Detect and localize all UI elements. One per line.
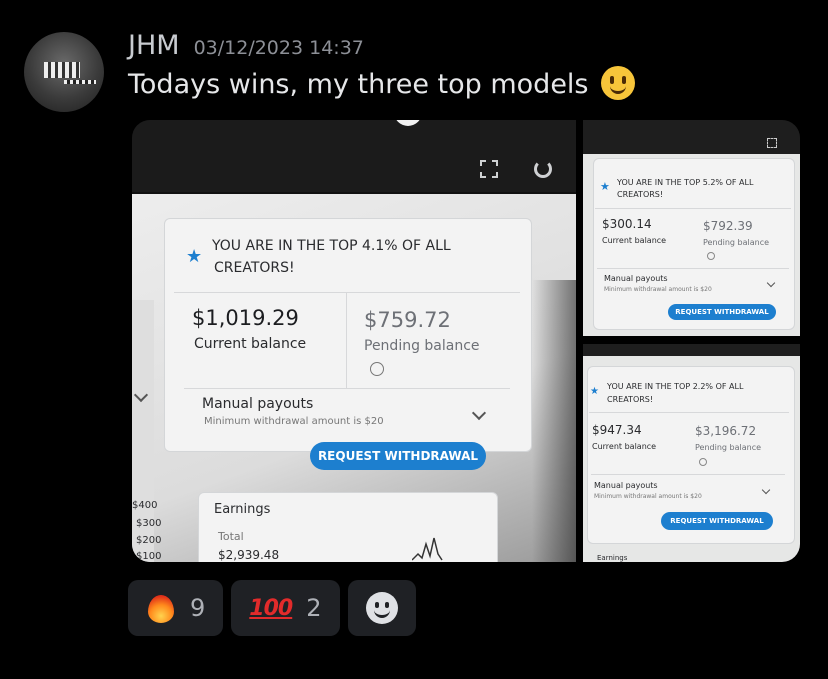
earnings-title: Earnings (214, 502, 271, 517)
fire-icon (146, 591, 176, 625)
refresh-icon (534, 160, 552, 178)
add-reaction-button[interactable] (347, 580, 416, 636)
divider-2 (591, 474, 785, 475)
divider-2 (597, 268, 789, 269)
axis-label-400: $400 (132, 500, 158, 511)
star-icon: ★ (590, 386, 599, 397)
slightly-smiling-face-icon (601, 66, 636, 100)
pending-balance-value: $3,196.72 (695, 424, 757, 438)
top-creator-banner-2: CREATORS! (607, 395, 654, 404)
top-creator-banner-2: CREATORS! (214, 260, 295, 276)
reaction-hundred[interactable]: 100 2 (231, 580, 340, 636)
axis-label-200: $200 (136, 535, 162, 546)
photo-shadow (532, 280, 576, 562)
hundred-points-icon: 100 (249, 595, 293, 621)
manual-payouts-title[interactable]: Manual payouts (594, 481, 658, 490)
pending-balance-value: $759.72 (364, 308, 451, 332)
message-text: Todays wins, my three top models (128, 66, 636, 100)
top-creator-banner: YOU ARE IN THE TOP 4.1% OF ALL (212, 238, 451, 254)
manual-payouts-subtitle: Minimum withdrawal amount is $20 (204, 416, 384, 427)
fullscreen-icon (480, 160, 498, 178)
divider-2 (184, 388, 510, 389)
request-withdrawal-button[interactable]: REQUEST WITHDRAWAL (310, 442, 486, 470)
avatar[interactable] (24, 32, 104, 112)
current-balance-value: $300.14 (602, 217, 652, 231)
phone-status-bar (583, 120, 800, 154)
star-icon: ★ (186, 246, 203, 267)
message-text-content: Todays wins, my three top models (128, 69, 589, 100)
current-balance-value: $1,019.29 (192, 306, 299, 330)
axis-label-300: $300 (136, 518, 162, 529)
avatar-pixel-art (44, 62, 80, 78)
divider-vertical (346, 292, 347, 388)
image-attachment-3[interactable]: ★ YOU ARE IN THE TOP 2.2% OF ALL CREATOR… (583, 344, 800, 562)
image-attachment-1[interactable]: $400 $300 $200 $100 ★ YOU ARE IN THE TOP… (132, 120, 576, 562)
reaction-count: 2 (306, 594, 322, 622)
star-icon: ★ (600, 180, 610, 193)
reactions-bar: 9 100 2 (128, 580, 416, 636)
author-name[interactable]: JHM (128, 30, 180, 61)
earnings-title: Earnings (597, 554, 628, 562)
add-reaction-smiley-icon (365, 592, 398, 624)
manual-payouts-subtitle: Minimum withdrawal amount is $20 (604, 286, 712, 293)
top-creator-banner: YOU ARE IN THE TOP 2.2% OF ALL (607, 382, 744, 391)
divider (174, 292, 520, 293)
manual-payouts-title[interactable]: Manual payouts (202, 396, 313, 412)
top-creator-banner-2: CREATORS! (617, 190, 664, 199)
request-withdrawal-button[interactable]: REQUEST WITHDRAWAL (668, 304, 776, 320)
reaction-fire[interactable]: 9 (128, 580, 224, 636)
divider (595, 208, 791, 209)
manual-payouts-subtitle: Minimum withdrawal amount is $20 (594, 493, 702, 500)
pending-balance-label: Pending balance (695, 443, 762, 452)
current-balance-label: Current balance (602, 236, 667, 245)
request-withdrawal-button[interactable]: REQUEST WITHDRAWAL (661, 512, 773, 530)
earnings-total-value: $2,939.48 (218, 548, 280, 562)
earnings-total-label: Total (218, 530, 244, 543)
axis-label-100: $100 (136, 551, 162, 562)
fullscreen-icon (767, 138, 777, 148)
reaction-count: 9 (190, 594, 206, 622)
image-attachment-2[interactable]: ★ YOU ARE IN THE TOP 5.2% OF ALL CREATOR… (583, 120, 800, 336)
pending-balance-label: Pending balance (703, 238, 770, 247)
pending-balance-label: Pending balance (364, 338, 480, 354)
current-balance-label: Current balance (194, 336, 307, 352)
top-creator-banner: YOU ARE IN THE TOP 5.2% OF ALL (617, 178, 754, 187)
info-icon (370, 362, 384, 376)
info-icon (699, 458, 707, 466)
message-header: JHM 03/12/2023 14:37 (128, 30, 364, 61)
manual-payouts-title[interactable]: Manual payouts (604, 274, 668, 283)
pending-balance-value: $792.39 (703, 219, 753, 233)
phone-status-bar (132, 120, 576, 192)
message-timestamp: 03/12/2023 14:37 (193, 37, 364, 59)
earnings-sparkline (412, 537, 443, 561)
current-balance-value: $947.34 (592, 423, 642, 437)
avatar-pixel-art-2 (64, 80, 96, 84)
divider (589, 412, 789, 413)
info-icon (707, 252, 715, 260)
current-balance-label: Current balance (592, 442, 657, 451)
